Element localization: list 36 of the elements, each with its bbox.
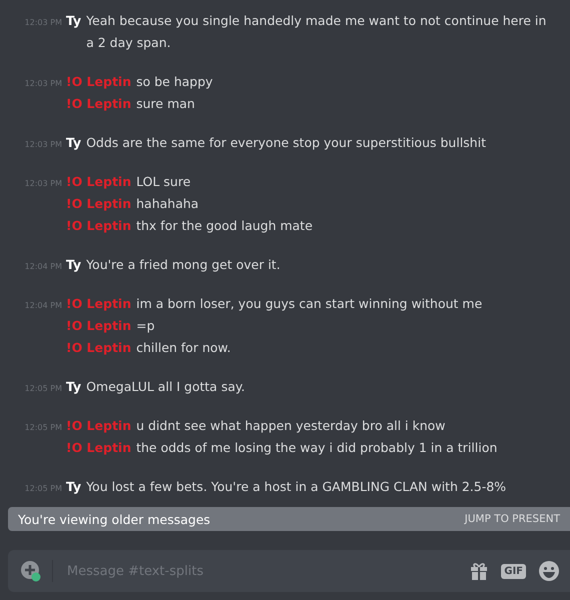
message-text: u didnt see what happen yesterday bro all i know xyxy=(136,417,446,435)
message-text: Odds are the same for everyone stop your superstitious bullshit xyxy=(86,134,486,152)
message-text: You're a fried mong get over it. xyxy=(86,256,280,274)
jump-to-present-button[interactable]: JUMP TO PRESENT xyxy=(464,513,560,525)
username[interactable]: !O Leptin xyxy=(66,293,132,315)
username[interactable]: !O Leptin xyxy=(66,315,132,337)
username[interactable]: !O Leptin xyxy=(66,71,132,93)
message-text: chillen for now. xyxy=(136,339,231,357)
message-text: Yeah because you single handedly made me want to not continue here in a 2 day span. xyxy=(86,12,548,52)
message-text: LOL sure xyxy=(136,173,191,191)
banner-text: You're viewing older messages xyxy=(18,512,210,526)
upload-plus-icon[interactable] xyxy=(20,560,53,582)
gift-icon[interactable] xyxy=(469,561,490,581)
username[interactable]: Ty xyxy=(66,10,82,32)
username[interactable]: Ty xyxy=(66,132,82,154)
username[interactable]: !O Leptin xyxy=(66,171,132,193)
username[interactable]: Ty xyxy=(66,254,82,276)
message-text: so be happy xyxy=(136,73,213,91)
message-text: sure man xyxy=(136,95,195,113)
message-text: hahahaha xyxy=(136,195,199,213)
username[interactable]: Ty xyxy=(66,376,82,398)
message-text: =p xyxy=(136,317,155,335)
username[interactable]: !O Leptin xyxy=(66,193,132,215)
message-text: You lost a few bets. You're a host in a GAMBLING CLAN with 2.5-8% xyxy=(86,478,506,496)
message-text: thx for the good laugh mate xyxy=(136,217,313,235)
emoji-icon[interactable] xyxy=(538,560,560,582)
username[interactable]: !O Leptin xyxy=(66,437,132,459)
message-text: the odds of me losing the way i did probably 1 in a trillion xyxy=(136,439,498,457)
username[interactable]: !O Leptin xyxy=(66,415,132,437)
username[interactable]: Ty xyxy=(66,476,82,498)
gif-button[interactable]: GIF xyxy=(501,564,526,578)
username[interactable]: !O Leptin xyxy=(66,93,132,115)
username[interactable]: !O Leptin xyxy=(66,337,132,359)
username[interactable]: !O Leptin xyxy=(66,215,132,237)
message-text: OmegaLUL all I gotta say. xyxy=(86,378,245,396)
message-text: im a born loser, you guys can start winning without me xyxy=(136,295,482,313)
